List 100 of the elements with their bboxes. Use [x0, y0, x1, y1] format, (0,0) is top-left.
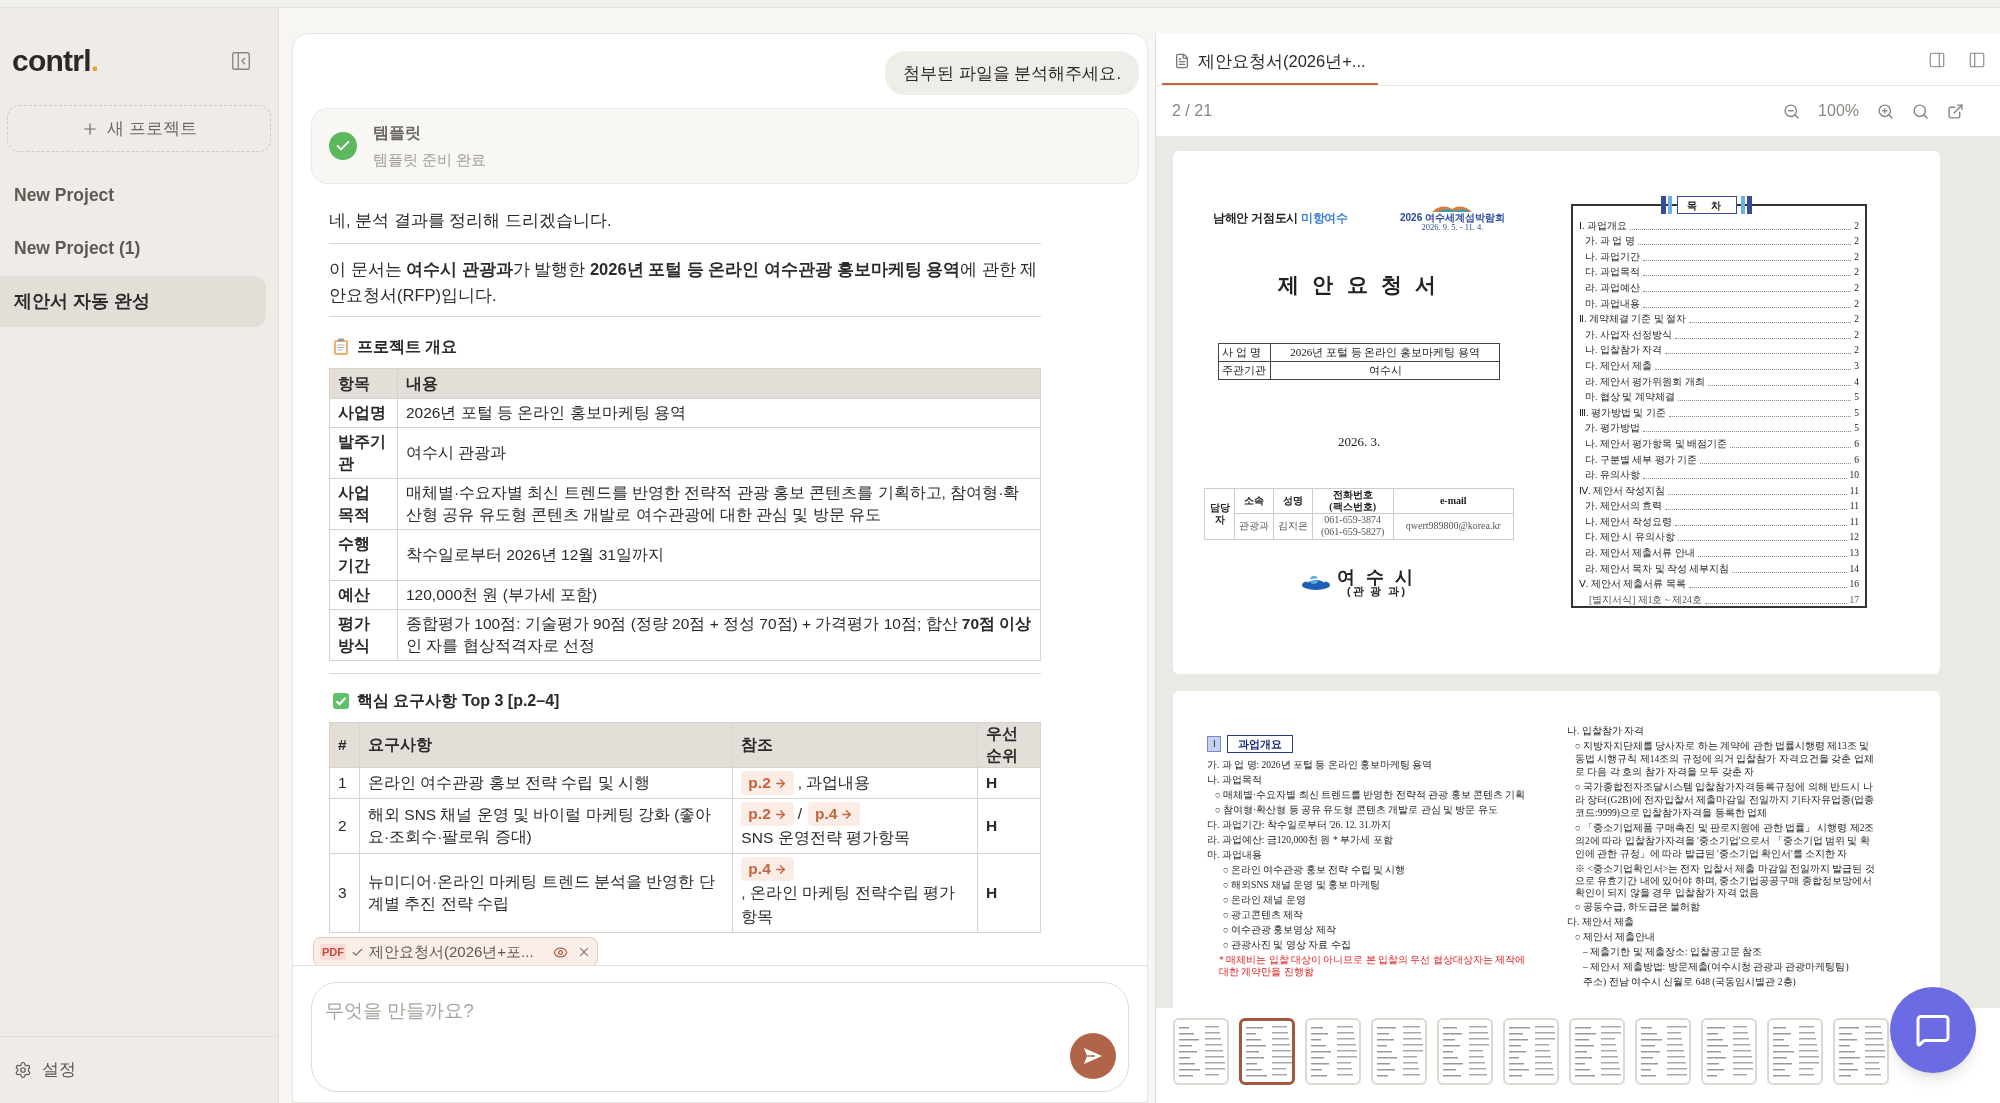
toc-page-number: 2: [1854, 328, 1859, 341]
expo-dates: 2026. 9. 5. - 11. 4.: [1421, 223, 1484, 232]
table-header-cell: 항목: [329, 368, 398, 399]
toc-page-number: 2: [1854, 266, 1859, 279]
assistant-message: 이 문서는 여수시 관광과가 발행한 2026년 포털 등 온라인 여수관광 홍보마케팅 용역에 관한 제안요청서(RFP)입니다.: [329, 259, 1039, 306]
zoom-in-icon[interactable]: [1877, 102, 1894, 120]
contact-header-cell: 성명: [1273, 488, 1313, 513]
title-ornament-icon: [1661, 196, 1673, 214]
zoom-level: 100%: [1818, 101, 1859, 121]
user-message: 첨부된 파일을 분석해주세요.: [885, 51, 1139, 95]
document-tab[interactable]: 제안요청서(2026년+...: [1162, 39, 1378, 85]
zoom-out-icon[interactable]: [1783, 102, 1801, 120]
toc-page-number: 2: [1854, 235, 1859, 248]
document-line: ○ 온라인 채널 운영: [1222, 894, 1307, 907]
table-header-cell: #: [329, 722, 360, 768]
document-line: ○ 매체별·수요자별 최신 트렌드를 반영한 전략적 관광 홍보 콘텐츠 기획: [1214, 789, 1527, 802]
arrow-right-icon: [840, 807, 854, 821]
table-cell: 종합평가 100점: 기술평가 90점 (정량 20점 + 정성 70점) + 가격평가 10점; 합산 70점 이상인 자를 협상적격자로 선정: [397, 609, 1041, 661]
table-cell: 여수시 관광과: [397, 427, 1041, 479]
table-cell: 3: [329, 853, 360, 933]
message-input[interactable]: 무엇을 만들까요?: [311, 982, 1129, 1092]
document-title: 제 안 요 청 서: [1277, 271, 1441, 299]
toc-page-number: 12: [1849, 531, 1859, 544]
settings-button[interactable]: 설정: [14, 1057, 76, 1083]
document-line: ○ 관광사진 및 영상 자료 수집: [1222, 939, 1352, 952]
info-label-cell: 사 업 명: [1218, 343, 1271, 362]
reference-text: , 온라인 마케팅 전략수립 평가항목: [741, 883, 956, 927]
document-line: ○ 해외SNS 채널 운영 및 홍보 마케팅: [1222, 879, 1382, 892]
document-line: ○ 여수관광 홍보영상 제작: [1222, 924, 1337, 937]
table-cell: 사업 목적: [329, 478, 398, 530]
contact-label-cell: 담당자: [1204, 488, 1235, 539]
project-item[interactable]: 제안서 자동 완성: [0, 276, 266, 327]
document-line: 다. 과업기간: 착수일로부터 '26. 12. 31.까지: [1207, 819, 1393, 832]
table-cell: 120,000천 원 (부가세 포함): [397, 580, 1041, 610]
table-cell: 온라인 여수관광 홍보 전략 수립 및 시행: [359, 767, 733, 799]
send-button[interactable]: [1070, 1033, 1116, 1079]
table-cell: H: [977, 798, 1041, 854]
document-line: * 매체비는 입찰 대상이 아니므로 본 입찰의 우선 협상대상자는 제작에 대한 계약만을 진행함: [1218, 954, 1527, 978]
document-line: ※ <중소기업확인서>는 전자 입찰서 제출 마감일 전일까지 발급된 것으로 유효기간 내에 있어야 하며, 중소기업공공구매 종합정보망에서 확인이 되지 않을 경우 입찰참가 자격 없음: [1574, 863, 1876, 899]
file-icon: [1174, 53, 1190, 69]
status-subtitle: 템플릿 준비 완료: [373, 149, 487, 170]
document-line: ○ 국가종합전자조달시스템 입찰참가자격등록규정에 의해 반드시 나라 장터(G2B)에 전자입찰서 제출마감일 전일까지 기타자유업종(업종코드:9999)으로 입찰참가자격을 등록한 업체: [1574, 781, 1876, 820]
toc-page-number: 2: [1854, 250, 1859, 263]
toc-entry: 가. 사업자 선정방식: [1585, 328, 1673, 341]
page-link[interactable]: p.4: [808, 802, 861, 826]
toc-page-number: 3: [1854, 359, 1859, 372]
table-cell: 발주기관: [329, 427, 398, 479]
toc-page-number: 16: [1849, 578, 1859, 591]
page-thumbnail[interactable]: [1239, 1018, 1295, 1085]
table-cell: 수행 기간: [329, 529, 398, 581]
project-item[interactable]: New Project (1): [0, 223, 266, 274]
contact-cell: qwert989800@korea.kr: [1393, 513, 1514, 539]
reference-text: , 과업내용: [797, 773, 871, 793]
toc-page-number: 5: [1854, 422, 1859, 435]
attachment-chip[interactable]: PDF 제안요청서(2026년+포...: [313, 937, 598, 965]
panel-right-icon[interactable]: [1928, 51, 1946, 69]
toc-page-number: 10: [1849, 469, 1859, 482]
toc-page-number: 2: [1854, 281, 1859, 294]
toc-entry: 마. 과업내용: [1585, 297, 1640, 310]
contact-header-cell: 소속: [1234, 488, 1274, 513]
search-icon[interactable]: [1912, 102, 1929, 120]
arrow-right-icon: [773, 807, 787, 821]
document-line: 마. 과업내용: [1207, 849, 1263, 862]
section-heading: 핵심 요구사항 Top 3 [p.2–4]: [357, 691, 560, 711]
toc-entry: 나. 제안서 작성요령: [1585, 515, 1673, 528]
page-link[interactable]: p.2: [741, 771, 794, 795]
arrow-right-icon: [773, 862, 787, 876]
prompt-field[interactable]: 무엇을 만들까요?: [312, 983, 1128, 1026]
table-cell: 해외 SNS 채널 운영 및 바이럴 마케팅 강화 (좋아요·조회수·팔로워 증대): [359, 798, 733, 854]
document-line: ○ 온라인 여수관광 홍보 전략 수립 및 시행: [1222, 864, 1407, 877]
external-link-icon[interactable]: [1947, 102, 1964, 120]
toc-page-number: 5: [1854, 406, 1859, 419]
panel-left-icon[interactable]: [1968, 51, 1986, 69]
toc-page-number: 17: [1849, 593, 1859, 606]
document-date: 2026. 3.: [1336, 433, 1382, 451]
issuer-name: 여 수 시: [1337, 567, 1417, 586]
document-line: ○ 「중소기업제품 구매촉진 및 판로지원에 관한 법률」 시행령 제2조의2에 따라 입찰참가자격을 '중소기업'으로서 「중소기업 범위 및 확인에 관한 규정」에 따라 발급된 '중소기업 확인서'를 소지한 자: [1574, 822, 1876, 861]
table-cell: 2: [329, 798, 360, 854]
collapse-sidebar-button[interactable]: [230, 49, 252, 72]
table-cell: 예산: [329, 580, 398, 610]
toc-page-number: 6: [1854, 453, 1859, 466]
clipboard-icon: [333, 338, 349, 356]
toc-entry: 가. 과 업 명: [1585, 235, 1635, 248]
toc-entry: 라. 제안서 제출서류 안내: [1585, 547, 1695, 560]
collapse-sidebar-icon: [230, 49, 252, 72]
document-line: ○ 광고콘텐츠 제작: [1222, 909, 1305, 922]
table-cell: 사업명: [329, 398, 398, 428]
toc-page-number: 2: [1854, 219, 1859, 232]
new-project-button[interactable]: 새 프로젝트: [7, 105, 271, 152]
toc-entry: 라. 과업예산: [1585, 281, 1640, 294]
app-logo: contrl.: [12, 43, 99, 79]
toc-entry: 나. 제안서 평가항목 및 배점기준: [1585, 437, 1727, 450]
toc-entry: 마. 협상 및 계약체결: [1585, 391, 1675, 404]
table-header-cell: 내용: [397, 368, 1041, 399]
preview-icon[interactable]: [552, 944, 568, 960]
table-cell: 2026년 포털 등 온라인 홍보마케팅 용역: [397, 398, 1041, 428]
page-link[interactable]: p.4: [741, 857, 794, 881]
project-item[interactable]: New Project: [0, 170, 266, 221]
page-link[interactable]: p.2: [741, 802, 794, 826]
toc-entry: Ⅲ. 평가방법 및 기준: [1579, 406, 1666, 419]
